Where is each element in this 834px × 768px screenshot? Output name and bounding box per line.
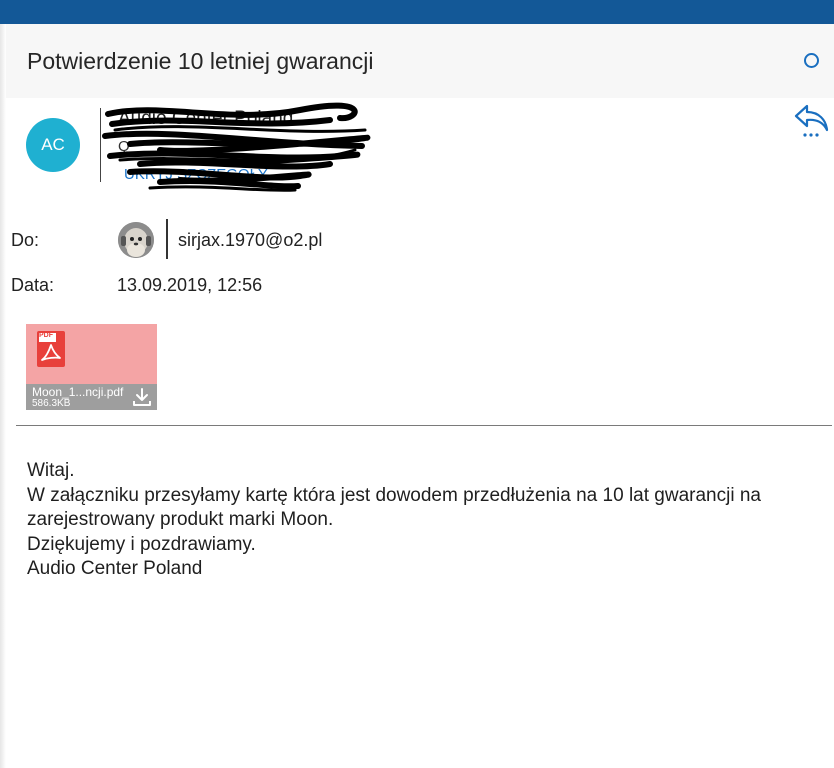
date-label: Data: [11,275,55,295]
recipient-avatar-image [118,222,154,258]
body-line: Dziękujemy i pozdrawiamy. [27,533,256,555]
date-value: 13.09.2019, 12:56 [117,275,263,295]
pdf-icon-label: PDF [39,332,53,339]
attachment-footer: Moon_1...ncji.pdf 586.3KB [26,384,157,410]
header-body-separator [16,425,832,426]
message-body: Witaj. W załączniku przesyłamy kartę któ… [27,459,827,582]
recipient-email[interactable]: sirjax.1970@o2.pl [178,230,322,251]
recipient-avatar[interactable] [118,222,154,258]
attachment-card[interactable]: PDF Moon_1...ncji.pdf 586.3KB [26,324,157,410]
unread-indicator-icon[interactable] [804,53,819,68]
body-line: W załączniku przesyłamy kartę która jest… [27,484,761,506]
body-line: zarejestrowany produkt marki Moon. [27,509,334,530]
attachment-filename: Moon_1...ncji.pdf [32,385,124,399]
sender-initials: AC [41,135,65,154]
sender-avatar: AC [26,118,80,172]
redaction-scribble [102,102,371,192]
left-panel-edge [0,24,6,768]
message-subject: Potwierdzenie 10 letniej gwarancji [27,48,374,74]
recipient-divider [166,219,168,259]
body-line: Audio Center Poland [27,558,203,579]
reply-icon[interactable] [792,102,830,138]
to-label: Do: [11,230,40,250]
top-app-bar [0,0,834,24]
attachment-size: 586.3KB [32,398,71,409]
download-icon[interactable] [131,386,153,408]
body-line: Witaj. [27,460,75,481]
